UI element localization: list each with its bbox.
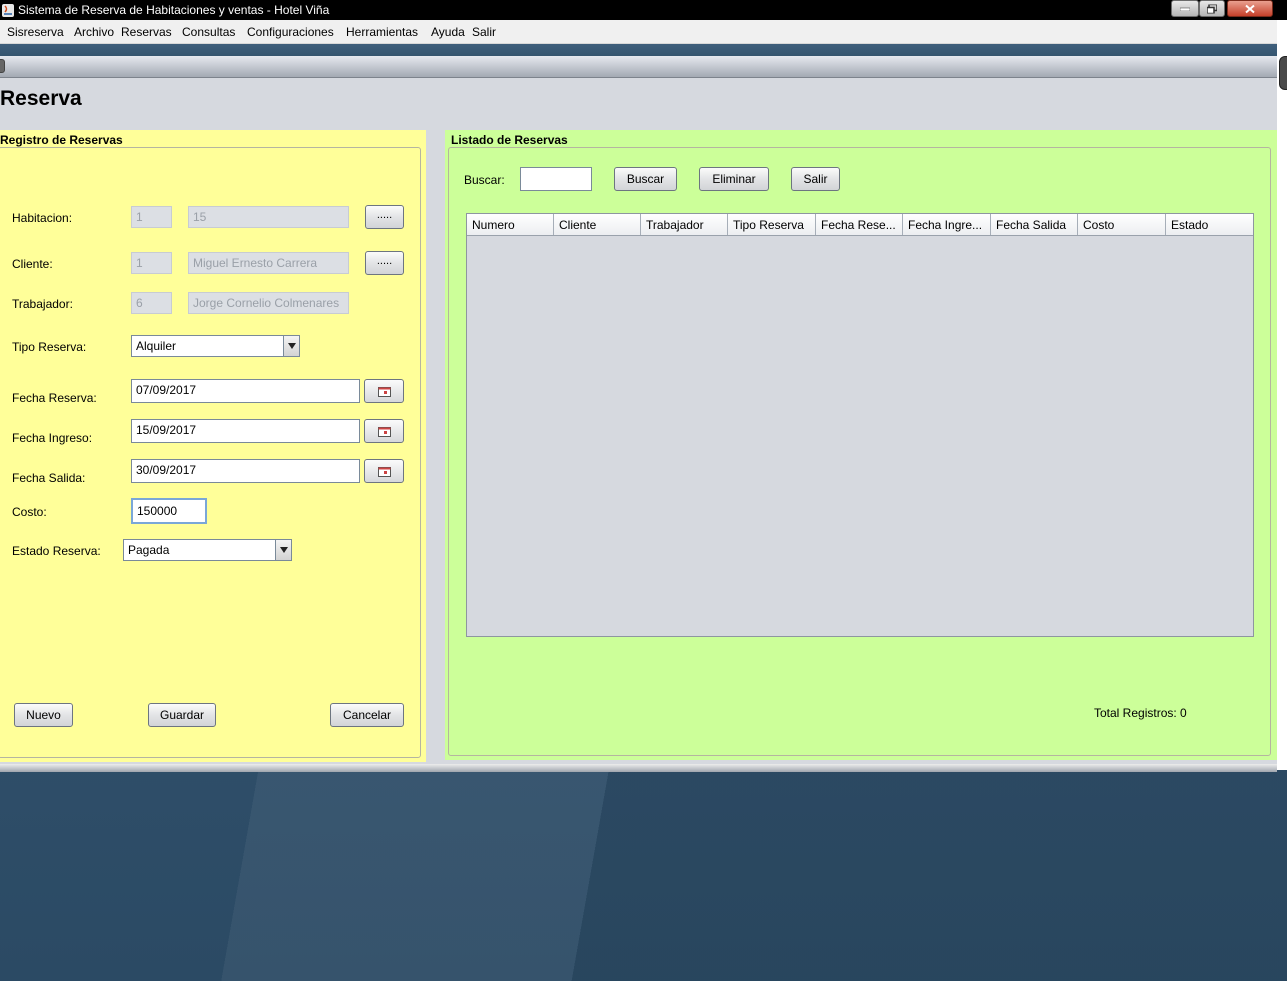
- habitacion-id-field: 1: [131, 206, 172, 228]
- tipo-reserva-select[interactable]: Alquiler: [131, 335, 300, 357]
- costo-field[interactable]: 150000: [131, 498, 207, 524]
- desktop-strip: [0, 44, 1277, 56]
- guardar-button[interactable]: Guardar: [148, 703, 216, 727]
- cliente-label: Cliente:: [12, 257, 53, 271]
- buscar-input[interactable]: [520, 167, 592, 191]
- habitacion-field: 15: [188, 206, 349, 228]
- column-header-costo[interactable]: Costo: [1078, 214, 1166, 235]
- cliente-field: Miguel Ernesto Carrera: [188, 252, 349, 274]
- eliminar-button[interactable]: Eliminar: [699, 167, 769, 191]
- estado-reserva-arrow[interactable]: [275, 540, 291, 560]
- menu-archivo[interactable]: Archivo: [74, 25, 114, 39]
- select-habitacion-button[interactable]: .....: [365, 205, 404, 229]
- combo-arrow-icon: [280, 547, 288, 553]
- column-header-tipo-reserva[interactable]: Tipo Reserva: [728, 214, 816, 235]
- costo-label: Costo:: [12, 505, 47, 519]
- trabajador-id-field: 6: [131, 292, 172, 314]
- menu-configuraciones[interactable]: Configuraciones: [247, 25, 334, 39]
- table-header: Numero Cliente Trabajador Tipo Reserva F…: [467, 214, 1253, 236]
- tipo-reserva-arrow[interactable]: [283, 336, 299, 356]
- menu-herramientas[interactable]: Herramientas: [346, 25, 418, 39]
- java-app-icon: [2, 4, 14, 17]
- menubar: Sisreserva Archivo Reservas Consultas Co…: [0, 20, 1277, 44]
- column-header-estado[interactable]: Estado: [1166, 214, 1253, 235]
- registro-panel-border: [0, 147, 421, 758]
- internal-frame-bottom-border: [0, 764, 1277, 772]
- cliente-id-field: 1: [131, 252, 172, 274]
- close-button[interactable]: [1227, 0, 1273, 17]
- trabajador-field: Jorge Cornelio Colmenares: [188, 292, 349, 314]
- nuevo-button[interactable]: Nuevo: [14, 703, 73, 727]
- page-title: Reserva: [0, 87, 82, 110]
- column-header-fecha-salida[interactable]: Fecha Salida: [991, 214, 1078, 235]
- estado-reserva-label: Estado Reserva:: [12, 544, 101, 558]
- fecha-ingreso-label: Fecha Ingreso:: [12, 431, 93, 445]
- fecha-reserva-label: Fecha Reserva:: [12, 391, 97, 405]
- cancelar-button[interactable]: Cancelar: [330, 703, 404, 727]
- estado-reserva-select[interactable]: Pagada: [123, 539, 292, 561]
- menu-consultas[interactable]: Consultas: [182, 25, 235, 39]
- fecha-reserva-field[interactable]: 07/09/2017: [131, 379, 360, 403]
- window-title: Sistema de Reserva de Habitaciones y ven…: [18, 3, 330, 17]
- listado-caption: Listado de Reservas: [451, 133, 568, 147]
- column-header-numero[interactable]: Numero: [467, 214, 554, 235]
- minimize-icon: [1180, 7, 1190, 11]
- close-icon: [1245, 4, 1255, 13]
- menu-salir[interactable]: Salir: [472, 25, 496, 39]
- menu-ayuda[interactable]: Ayuda: [431, 25, 465, 39]
- trabajador-label: Trabajador:: [12, 297, 73, 311]
- buscar-button[interactable]: Buscar: [614, 167, 677, 191]
- column-header-fecha-ingreso[interactable]: Fecha Ingre...: [903, 214, 991, 235]
- tipo-reserva-value: Alquiler: [136, 339, 177, 353]
- maximize-button[interactable]: [1199, 0, 1225, 17]
- reservas-table[interactable]: Numero Cliente Trabajador Tipo Reserva F…: [466, 213, 1254, 637]
- maximize-icon: [1207, 4, 1217, 13]
- total-registros: Total Registros: 0: [1094, 706, 1187, 720]
- calendar-icon: [378, 427, 391, 437]
- calendar-icon: [378, 387, 391, 397]
- fecha-ingreso-calendar-button[interactable]: [364, 419, 404, 443]
- estado-reserva-value: Pagada: [128, 543, 170, 557]
- menu-sisreserva[interactable]: Sisreserva: [7, 25, 64, 39]
- fecha-reserva-calendar-button[interactable]: [364, 379, 404, 403]
- right-edge: [1277, 20, 1287, 770]
- menu-reservas[interactable]: Reservas: [121, 25, 172, 39]
- buscar-label: Buscar:: [464, 173, 505, 187]
- fecha-salida-label: Fecha Salida:: [12, 471, 86, 485]
- calendar-icon: [378, 467, 391, 477]
- internal-frame-titlebar[interactable]: [0, 56, 1277, 78]
- column-header-fecha-reserva[interactable]: Fecha Rese...: [816, 214, 903, 235]
- fecha-ingreso-field[interactable]: 15/09/2017: [131, 419, 360, 443]
- column-header-cliente[interactable]: Cliente: [554, 214, 641, 235]
- habitacion-label: Habitacion:: [12, 211, 73, 225]
- scroll-handle[interactable]: [1279, 56, 1287, 90]
- select-cliente-button[interactable]: .....: [365, 251, 404, 275]
- salir-button[interactable]: Salir: [791, 167, 840, 191]
- tipo-reserva-label: Tipo Reserva:: [12, 340, 87, 354]
- frame-handle: [0, 59, 5, 73]
- window-titlebar: Sistema de Reserva de Habitaciones y ven…: [0, 0, 1287, 20]
- combo-arrow-icon: [288, 343, 296, 349]
- minimize-button[interactable]: [1171, 0, 1199, 17]
- fecha-salida-field[interactable]: 30/09/2017: [131, 459, 360, 483]
- fecha-salida-calendar-button[interactable]: [364, 459, 404, 483]
- registro-caption: Registro de Reservas: [0, 133, 123, 147]
- column-header-trabajador[interactable]: Trabajador: [641, 214, 728, 235]
